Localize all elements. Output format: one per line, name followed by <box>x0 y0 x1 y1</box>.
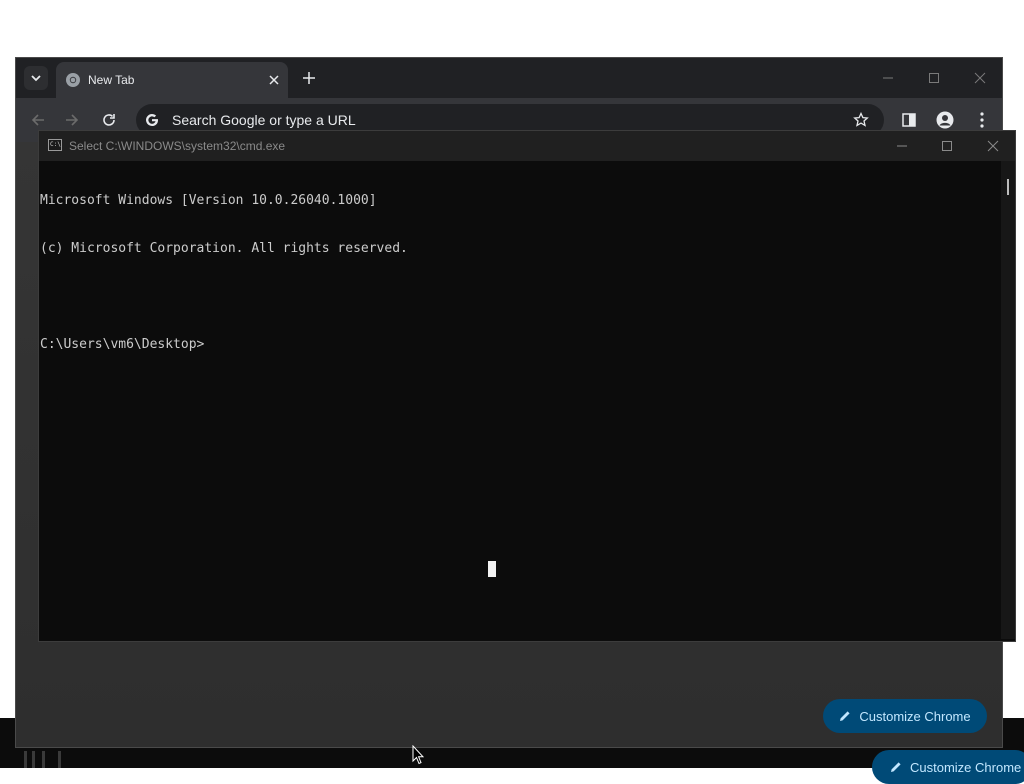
cmd-maximize-button[interactable] <box>935 135 959 157</box>
close-icon <box>269 75 279 85</box>
cmd-console-output[interactable]: Microsoft Windows [Version 10.0.26040.10… <box>40 161 1000 639</box>
profile-button[interactable] <box>935 110 955 130</box>
chrome-minimize-button[interactable] <box>876 66 900 90</box>
maximize-icon <box>929 73 939 83</box>
new-tab-button[interactable] <box>299 68 319 88</box>
chrome-maximize-button[interactable] <box>922 66 946 90</box>
maximize-icon <box>942 141 952 151</box>
omnibox-placeholder: Search Google or type a URL <box>172 112 356 128</box>
pencil-icon <box>840 711 850 721</box>
forward-button[interactable] <box>62 110 82 130</box>
cmd-window[interactable]: C:\ Select C:\WINDOWS\system32\cmd.exe M… <box>38 130 1016 642</box>
tab-new-tab[interactable]: New Tab <box>56 62 288 98</box>
console-line: Microsoft Windows [Version 10.0.26040.10… <box>40 193 377 208</box>
bookmark-star-button[interactable] <box>852 111 870 129</box>
minimize-icon <box>883 77 893 79</box>
customize-chrome-label: Customize Chrome <box>859 708 971 724</box>
plus-icon <box>303 72 315 84</box>
pencil-icon <box>891 762 901 772</box>
tab-title: New Tab <box>88 73 135 87</box>
back-icon <box>31 114 44 126</box>
cmd-close-button[interactable] <box>981 135 1005 157</box>
customize-chrome-label: Customize Chrome <box>910 759 1022 775</box>
cmd-titlebar[interactable]: C:\ Select C:\WINDOWS\system32\cmd.exe <box>39 131 1015 161</box>
tab-strip: New Tab <box>16 58 1002 98</box>
forward-icon <box>66 114 79 126</box>
chevron-down-icon <box>31 75 41 82</box>
cmd-window-title: Select C:\WINDOWS\system32\cmd.exe <box>69 139 286 153</box>
cmd-icon: C:\ <box>48 139 62 151</box>
close-icon <box>974 72 986 84</box>
side-panel-icon <box>902 113 916 127</box>
cmd-scrollbar-thumb[interactable] <box>1007 179 1009 195</box>
close-icon <box>987 140 999 152</box>
chrome-favicon-icon <box>66 73 80 87</box>
text-cursor <box>488 561 496 577</box>
customize-chrome-button-secondary[interactable]: Customize Chrome <box>872 750 1024 784</box>
google-g-icon <box>146 114 158 126</box>
tab-close-button[interactable] <box>266 72 282 88</box>
profile-icon <box>936 111 954 129</box>
mouse-pointer-icon <box>412 745 424 765</box>
side-panel-button[interactable] <box>899 110 919 130</box>
kebab-menu-icon <box>980 112 984 128</box>
reload-icon <box>103 114 115 126</box>
back-button[interactable] <box>28 110 48 130</box>
chrome-menu-button[interactable] <box>972 110 992 130</box>
tab-search-button[interactable] <box>24 66 48 90</box>
cmd-scrollbar[interactable] <box>1001 161 1015 639</box>
cmd-minimize-button[interactable] <box>890 135 914 157</box>
chrome-close-button[interactable] <box>968 66 992 90</box>
customize-chrome-button[interactable]: Customize Chrome <box>823 699 987 733</box>
minimize-icon <box>897 145 907 147</box>
star-icon <box>853 112 869 127</box>
console-prompt: C:\Users\vm6\Desktop> <box>40 337 205 352</box>
taskbar-fragment <box>18 745 68 768</box>
console-line: (c) Microsoft Corporation. All rights re… <box>40 241 408 256</box>
reload-button[interactable] <box>99 110 119 130</box>
